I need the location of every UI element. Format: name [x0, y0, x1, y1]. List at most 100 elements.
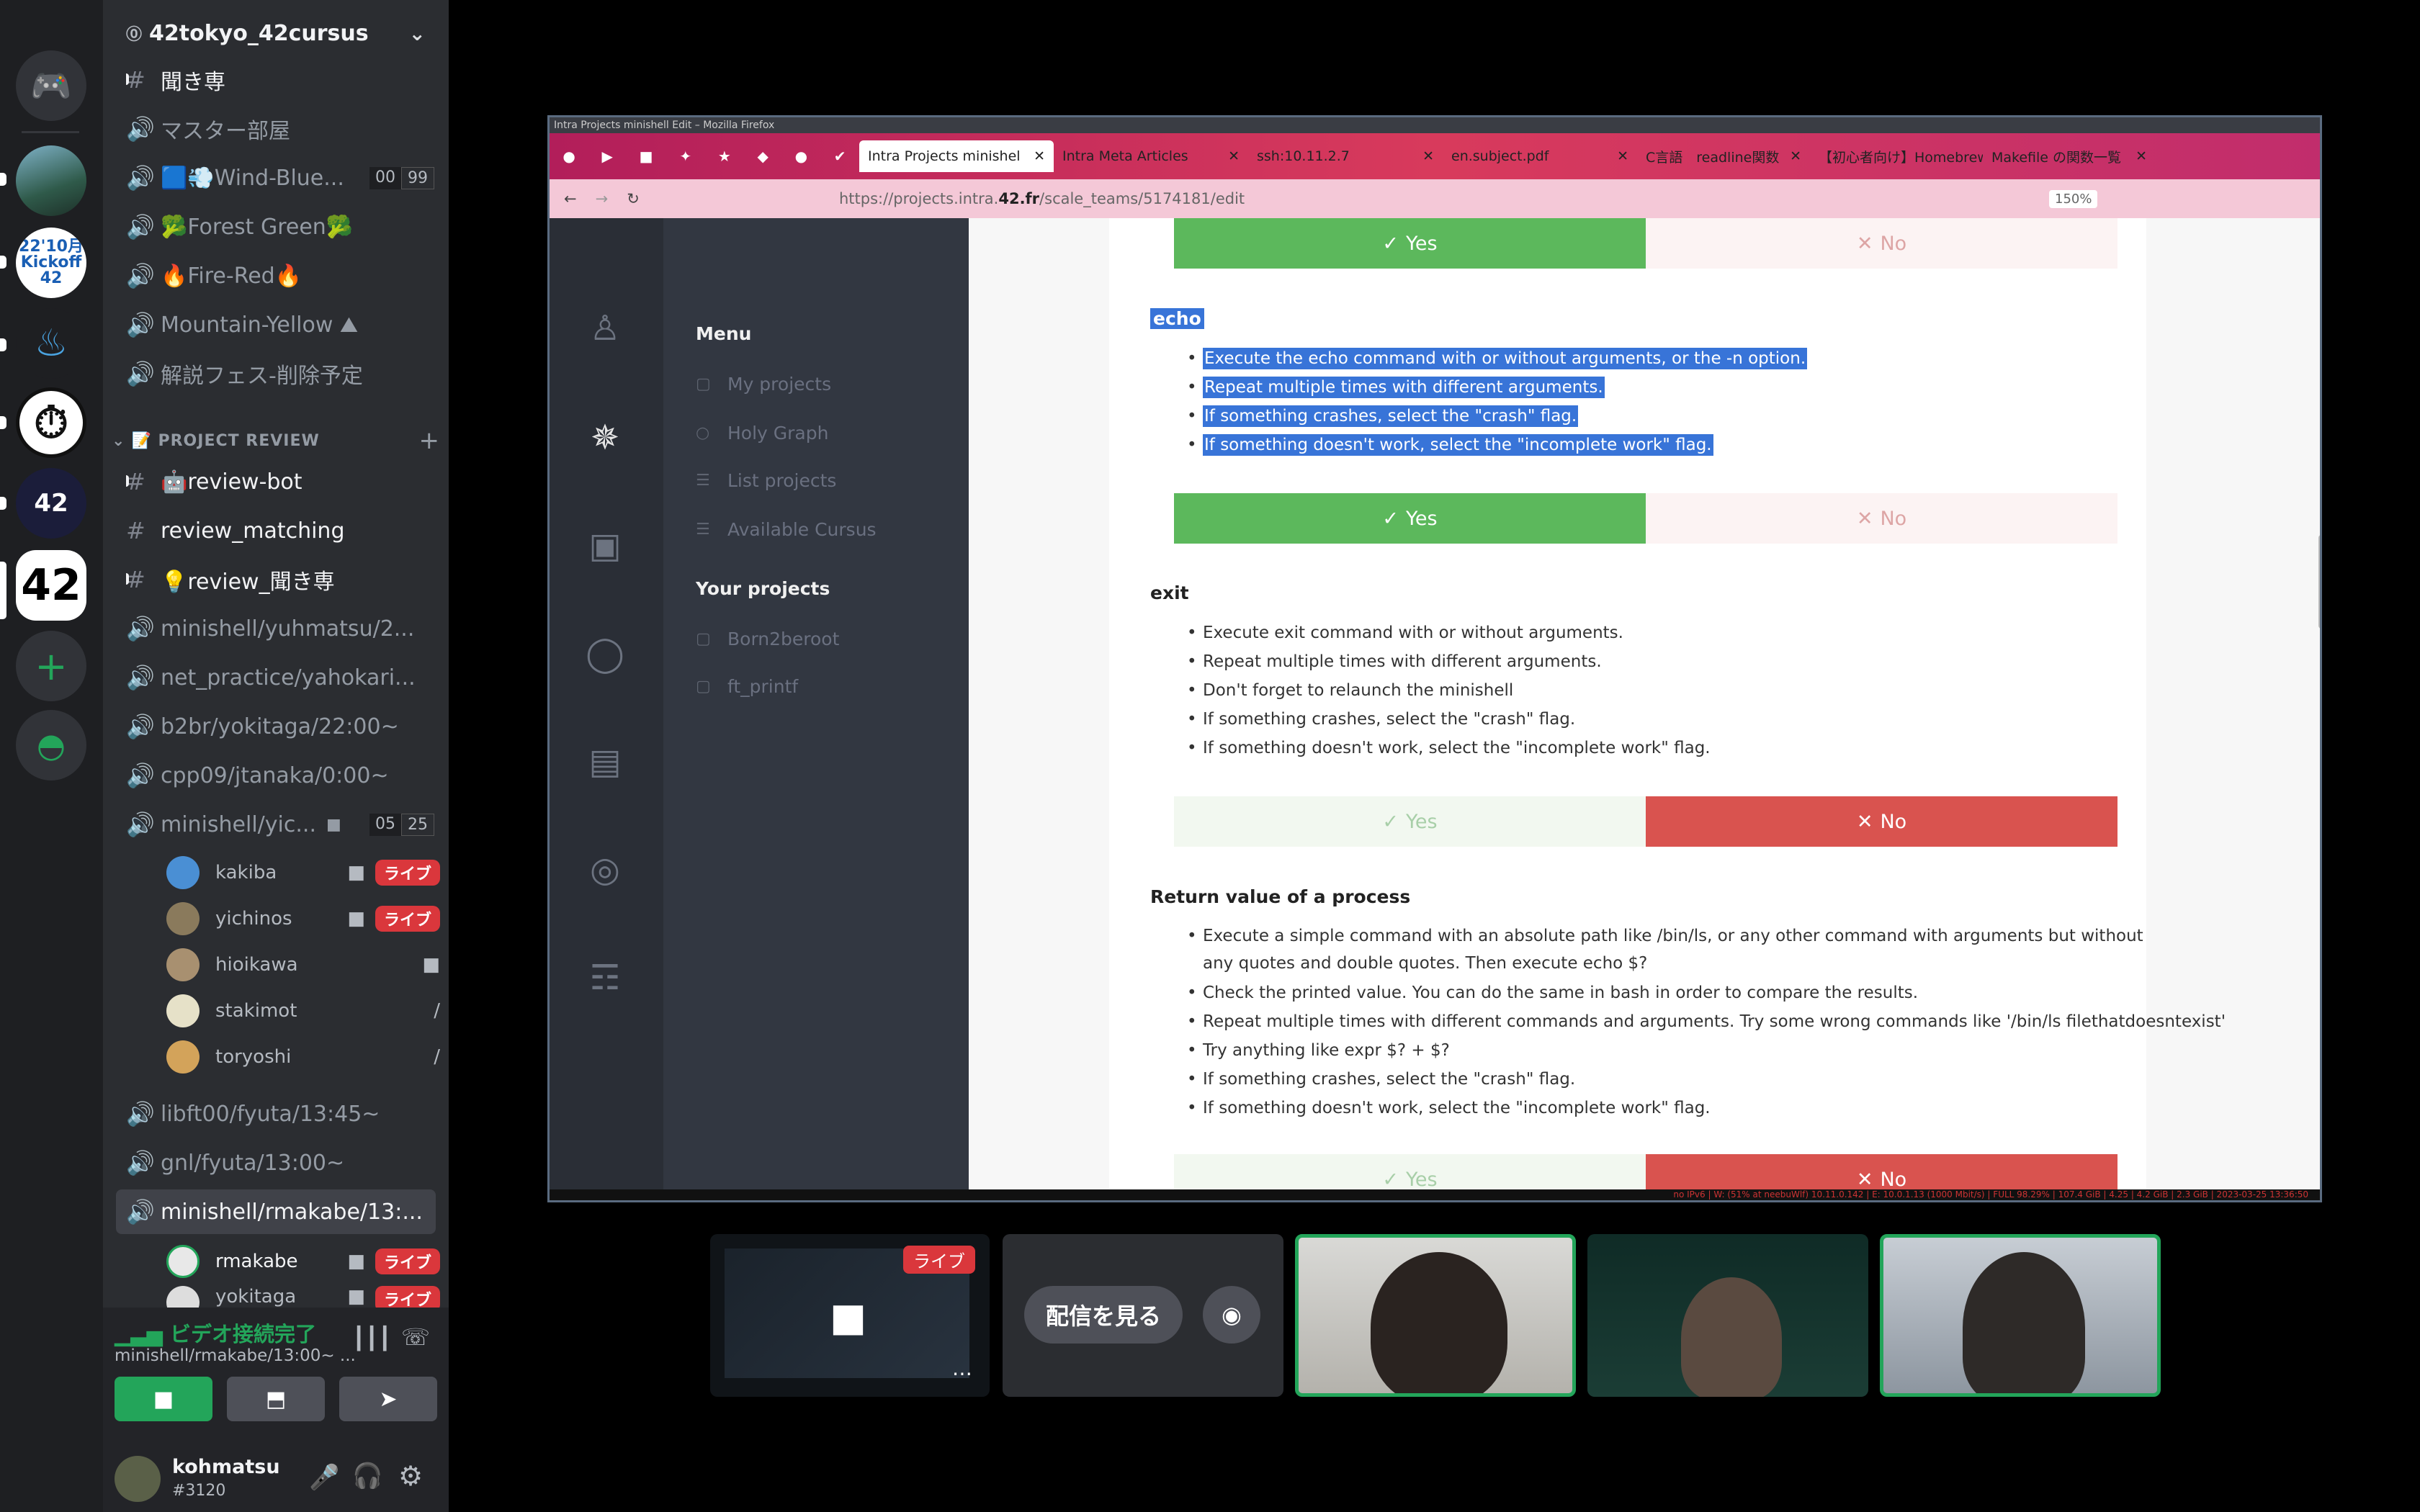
channel-label: 🤖review-bot	[161, 469, 302, 495]
activities-button[interactable]: ➤	[339, 1377, 437, 1421]
video-icon[interactable]: ▣	[580, 521, 630, 571]
eye-icon[interactable]: ◉	[1203, 1286, 1260, 1344]
unread-indicator	[0, 256, 6, 269]
browser-tab[interactable]: Intra Meta Articles ✕	[1054, 140, 1248, 172]
voice-channel-item[interactable]: 🔊 cpp09/jtanaka/0:00~	[126, 753, 434, 798]
add-server-icon[interactable]: +	[16, 631, 86, 701]
browser-tab[interactable]: ssh:10.11.2.7 ✕	[1248, 140, 1443, 172]
voice-user[interactable]: hioikawa ■	[166, 945, 440, 985]
browser-tab-active[interactable]: Intra Projects minishel ✕	[859, 140, 1054, 172]
voice-user[interactable]: rmakabe ■ ライブ	[166, 1241, 440, 1282]
screen-share-button[interactable]: ⬒	[227, 1377, 325, 1421]
speaker-icon: 🔊	[126, 1198, 155, 1225]
voice-channel-name[interactable]: minishell/rmakabe/13:00~ ...	[115, 1346, 356, 1365]
menu-item[interactable]: ○ Holy Graph	[696, 423, 828, 444]
pinned-tabs[interactable]: ● ▶ ■ ✦ ★ ◆ ● ✔	[550, 148, 859, 165]
browser-tab[interactable]: C言語 readline関数 ✕	[1637, 140, 1810, 172]
voice-channel-item[interactable]: 🔊 net_practice/yahokari...	[126, 655, 434, 700]
voice-channel-item[interactable]: 🔊 🥦Forest Green🥦	[126, 204, 434, 249]
browser-tab[interactable]: en.subject.pdf ✕	[1443, 140, 1637, 172]
voice-channel-item[interactable]: 🔊 minishell/yic... ■ 05 25	[126, 802, 434, 847]
stream-video[interactable]: Intra Projects minishell Edit – Mozilla …	[547, 115, 2322, 1202]
voice-channel-item[interactable]: 🔊 解説フェス-削除予定	[126, 351, 434, 396]
headphones-icon[interactable]: 🎧	[352, 1462, 382, 1490]
yes-button[interactable]: ✓ Yes	[1174, 218, 1646, 269]
participant-video-tile[interactable]	[1587, 1234, 1868, 1397]
browser-tab[interactable]: 【初心者向け】Homebrew✕	[1810, 140, 1983, 172]
more-options-icon[interactable]: ⋯	[952, 1362, 972, 1385]
voice-status[interactable]: ▁▃▅ ビデオ接続完了	[115, 1318, 316, 1348]
user-icon[interactable]: ♙	[580, 303, 630, 354]
no-button[interactable]: ✕ No	[1646, 218, 2118, 269]
voice-user[interactable]: toryoshi ∕	[166, 1037, 440, 1077]
avatar[interactable]	[115, 1456, 161, 1502]
voice-channel-item[interactable]: 🔊 マスター部屋	[126, 107, 434, 151]
no-button[interactable]: ✕ No	[1646, 493, 2118, 544]
settings-gear-icon[interactable]: ⚙	[398, 1460, 423, 1492]
voice-channel-item[interactable]: 🔊 libft00/fyuta/13:45~	[126, 1092, 434, 1136]
user-limit-badge: 00 99	[369, 166, 434, 189]
yes-button[interactable]: ✓ Yes	[1174, 796, 1646, 847]
stream-preview-tile[interactable]: ライブ ■ ⋯	[710, 1234, 990, 1397]
noise-suppression-icon[interactable]: ┃┃┃	[352, 1326, 391, 1351]
url-bar[interactable]: https://projects.intra. 42.fr/scale_teams…	[760, 185, 2320, 212]
server-icon-kickoff[interactable]: 22'10月 Kickoff 42	[16, 228, 86, 298]
compass-icon[interactable]: ◎	[580, 845, 630, 895]
yes-button[interactable]: ✓ Yes	[1174, 493, 1646, 544]
menu-item[interactable]: ▢ My projects	[696, 374, 831, 395]
forward-arrow-icon[interactable]: →	[596, 190, 609, 207]
channel-label: gnl/fyuta/13:00~	[161, 1150, 345, 1176]
project-item[interactable]: ▢ ft_printf	[696, 676, 798, 697]
voice-channel-item[interactable]: 🔊 🟦💨Wind-Blue... 00 99	[126, 156, 434, 200]
zoom-level[interactable]: 150%	[2049, 189, 2098, 208]
microphone-icon[interactable]: 🎤	[309, 1463, 339, 1492]
channel-item[interactable]: # review_matching	[126, 508, 434, 553]
user-tag: #3120	[172, 1482, 226, 1500]
voice-user[interactable]: yokitaga ■ ライブ	[166, 1286, 440, 1308]
cursus-icon: ☰	[696, 521, 710, 539]
voice-channel-item[interactable]: 🔊 b2br/yokitaga/22:00~	[126, 704, 434, 749]
category-header[interactable]: ⌄ 📝 PROJECT REVIEW +	[112, 426, 440, 455]
camera-toggle-button[interactable]: ■	[115, 1377, 212, 1421]
no-button[interactable]: ✕ No	[1646, 796, 2118, 847]
chevron-down-icon[interactable]: ⌄	[409, 22, 426, 45]
voice-channel-item[interactable]: 🔊 minishell/yuhmatsu/2...	[126, 606, 434, 651]
cart-icon[interactable]: ☶	[580, 953, 630, 1003]
server-icon-aimi[interactable]: ♨	[16, 308, 86, 379]
voice-channel-item-selected[interactable]: 🔊 minishell/rmakabe/13:...	[116, 1189, 436, 1234]
participant-video-tile[interactable]	[1880, 1234, 2161, 1397]
server-icon-42tokyo[interactable]: 42	[16, 550, 86, 621]
explore-compass-icon[interactable]: ◓	[16, 710, 86, 780]
project-item[interactable]: ▢ Born2beroot	[696, 629, 839, 649]
server-icon-landscape[interactable]	[16, 145, 86, 216]
server-icon-42galaxy[interactable]: 42	[16, 468, 86, 539]
voice-user[interactable]: stakimot ∕	[166, 991, 440, 1031]
reload-icon[interactable]: ↻	[627, 190, 640, 207]
scrollbar-thumb[interactable]	[2318, 535, 2320, 629]
channel-item[interactable]: # 聞き専	[126, 58, 434, 102]
channel-label: 解説フェス-削除予定	[161, 364, 363, 389]
disconnect-icon[interactable]: ☏	[401, 1323, 430, 1351]
graph-icon[interactable]: ✵	[580, 413, 630, 463]
stream-tile[interactable]: 配信を見る ◉	[1003, 1234, 1283, 1397]
menu-item[interactable]: ☰ List projects	[696, 470, 836, 491]
voice-channel-item[interactable]: 🔊 gnl/fyuta/13:00~	[126, 1140, 434, 1185]
chat-icon[interactable]: ◯	[580, 629, 630, 679]
participant-video-tile[interactable]	[1295, 1234, 1576, 1397]
channel-item[interactable]: # 🤖review-bot	[126, 459, 434, 504]
channel-item[interactable]: # 💡review_聞き専	[126, 557, 434, 602]
back-arrow-icon[interactable]: ←	[564, 190, 577, 207]
server-icon-clock[interactable]: ⏱	[16, 387, 86, 458]
guild-header[interactable]: ⓪ 42tokyo_42cursus ⌄	[103, 0, 449, 66]
briefcase-icon[interactable]: ▤	[580, 737, 630, 787]
voice-user[interactable]: yichinos ■ ライブ	[166, 899, 440, 939]
menu-item[interactable]: ☰ Available Cursus	[696, 519, 877, 540]
list-item: Repeat multiple times with different arg…	[1187, 647, 1711, 676]
browser-tab[interactable]: Makefile の関数一覧 ✕	[1983, 140, 2156, 172]
add-channel-icon[interactable]: +	[419, 426, 441, 455]
voice-channel-item[interactable]: 🔊 Mountain-Yellow ⛰	[126, 302, 434, 347]
voice-user[interactable]: kakiba ■ ライブ	[166, 852, 440, 893]
watch-stream-button[interactable]: 配信を見る	[1024, 1286, 1183, 1344]
discord-home-icon[interactable]: 🎮	[16, 50, 86, 121]
voice-channel-item[interactable]: 🔊 🔥Fire-Red🔥	[126, 253, 434, 298]
